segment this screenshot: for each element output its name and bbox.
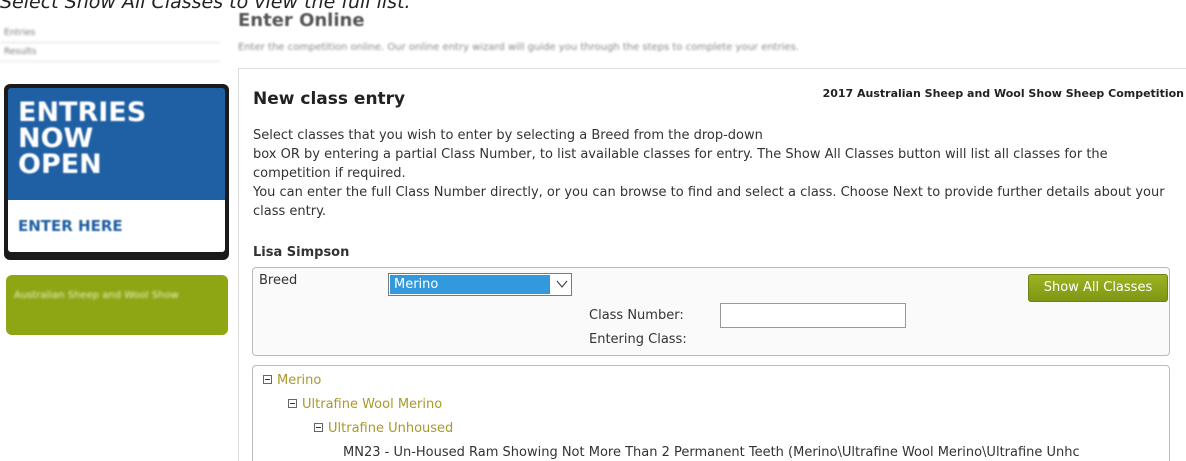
- tree-node-ultrafine-unhoused[interactable]: Ultrafine Unhoused: [314, 420, 453, 438]
- class-tree: Merino Ultrafine Wool Merino Ultrafine U…: [252, 365, 1170, 461]
- collapse-icon[interactable]: [288, 399, 297, 408]
- class-search-form: Breed Merino Show All Classes Class Numb…: [252, 267, 1170, 356]
- class-entry-panel: New class entry 2017 Australian Sheep an…: [238, 68, 1186, 461]
- sidebar-link-results[interactable]: Results: [0, 43, 220, 62]
- show-link-button[interactable]: Australian Sheep and Wool Show: [6, 275, 228, 335]
- tree-node-merino[interactable]: Merino: [263, 372, 321, 390]
- breed-dropdown[interactable]: Merino: [388, 273, 572, 296]
- chevron-down-icon: [556, 280, 568, 288]
- breed-label: Breed: [259, 273, 298, 288]
- class-number-label: Class Number:: [589, 308, 684, 323]
- show-all-classes-button[interactable]: Show All Classes: [1028, 274, 1168, 302]
- tree-node-label: Merino: [277, 373, 322, 388]
- entering-class-label: Entering Class:: [589, 332, 687, 347]
- show-link-label: Australian Sheep and Wool Show: [14, 290, 179, 301]
- page-subtitle: Enter the competition online. Our online…: [238, 42, 800, 53]
- collapse-icon[interactable]: [263, 375, 272, 384]
- description-line: You can enter the full Class Number dire…: [253, 185, 1165, 219]
- enter-here-link[interactable]: ENTER HERE: [8, 200, 225, 252]
- description-line: box OR by entering a partial Class Numbe…: [253, 147, 1108, 181]
- sidebar-links: Entries Results: [0, 24, 220, 62]
- tree-node-label: Ultrafine Wool Merino: [302, 397, 443, 412]
- entries-open-banner[interactable]: ENTRIES NOW OPEN ENTER HERE: [4, 84, 229, 260]
- enter-here-label: ENTER HERE: [18, 217, 123, 235]
- entry-description: Select classes that you wish to enter by…: [253, 126, 1183, 221]
- breed-selected-value: Merino: [390, 275, 550, 294]
- entry-title: New class entry: [253, 89, 406, 109]
- sidebar-link-entries[interactable]: Entries: [0, 24, 220, 43]
- banner-line: OPEN: [18, 149, 102, 180]
- tree-node-ultrafine-wool-merino[interactable]: Ultrafine Wool Merino: [288, 396, 442, 414]
- tree-leaf-class-mn23[interactable]: MN23 - Un-Housed Ram Showing Not More Th…: [343, 444, 1080, 461]
- exhibitor-name: Lisa Simpson: [253, 245, 350, 260]
- tree-node-label: Ultrafine Unhoused: [328, 421, 454, 436]
- competition-name: 2017 Australian Sheep and Wool Show Shee…: [822, 87, 1184, 100]
- class-number-input[interactable]: [720, 303, 906, 328]
- banner-headline: ENTRIES NOW OPEN: [8, 88, 225, 200]
- collapse-icon[interactable]: [314, 423, 323, 432]
- page-title: Enter Online: [238, 10, 365, 31]
- description-line: Select classes that you wish to enter by…: [253, 128, 763, 143]
